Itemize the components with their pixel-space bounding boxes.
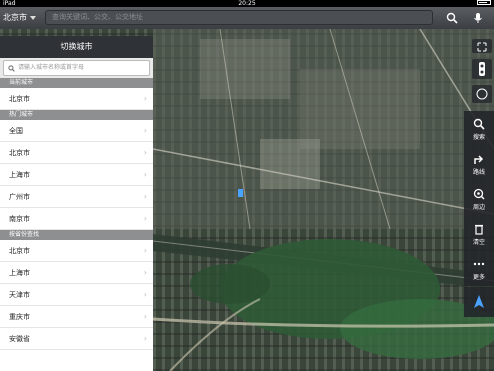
chevron-right-icon: › [143, 268, 147, 277]
chevron-right-icon: › [143, 192, 147, 201]
status-bar: iPad 20:25 [0, 0, 494, 7]
search-tool-label: 搜索 [472, 134, 485, 141]
panel-search-area: 请输入城市名称或首字母 [0, 58, 153, 78]
hot-city-row[interactable]: 广州市 › [0, 186, 153, 208]
chevron-right-icon: › [143, 148, 147, 157]
list-item-label: 安徽省 [9, 335, 30, 343]
nearby-tool-button[interactable]: 周边 [464, 181, 494, 216]
list-item-label: 重庆市 [9, 313, 30, 321]
current-city-row[interactable]: 北京市 › [0, 88, 153, 110]
list-item-label: 北京市 [9, 95, 30, 103]
panel-title: 切换城市 [0, 36, 153, 58]
search-tool-button[interactable]: 搜索 [464, 111, 494, 146]
clock: 20:25 [238, 0, 256, 7]
search-icon [473, 118, 485, 130]
trash-icon [475, 224, 483, 235]
chevron-right-icon: › [143, 334, 147, 343]
more-tool-label: 更多 [472, 274, 485, 281]
nearby-icon [473, 188, 485, 200]
chevron-right-icon: › [143, 126, 147, 135]
province-row[interactable]: 安徽省 › [0, 328, 153, 350]
dropdown-arrow-icon [30, 16, 36, 20]
list-item-label: 北京市 [9, 149, 30, 157]
route-icon [474, 155, 484, 164]
compass-icon [476, 88, 488, 100]
city-switch-panel: 切换城市 请输入城市名称或首字母 当前城市 北京市 › 热门城市 全国 › 北京… [0, 36, 153, 371]
clear-tool-button[interactable]: 清空 [464, 216, 494, 251]
route-tool-label: 路线 [472, 169, 485, 176]
list-item-label: 南京市 [9, 215, 30, 223]
city-search-placeholder: 请输入城市名称或首字母 [18, 64, 85, 71]
province-header: 按省份查找 [0, 230, 153, 240]
fullscreen-icon [477, 42, 487, 52]
list-item-label: 上海市 [9, 171, 30, 179]
navigation-arrow-icon [474, 295, 484, 308]
search-icon[interactable] [446, 12, 458, 24]
current-city-label: 北京市 [3, 13, 27, 22]
hot-city-row[interactable]: 上海市 › [0, 164, 153, 186]
list-item-label: 北京市 [9, 247, 30, 255]
province-row[interactable]: 天津市 › [0, 284, 153, 306]
route-tool-button[interactable]: 路线 [464, 146, 494, 181]
battery-icon [477, 0, 491, 5]
chevron-right-icon: › [143, 94, 147, 103]
current-city-header: 当前城市 [0, 78, 153, 88]
clear-tool-label: 清空 [472, 239, 485, 246]
more-dots-icon [473, 262, 485, 266]
search-input[interactable]: 查询关键词、公交、公交地址 [45, 10, 433, 25]
chevron-right-icon: › [143, 246, 147, 255]
list-item-label: 天津市 [9, 291, 30, 299]
chevron-right-icon: › [143, 170, 147, 179]
list-item-label: 上海市 [9, 269, 30, 277]
compass-button[interactable] [472, 85, 492, 103]
chevron-right-icon: › [143, 312, 147, 321]
hot-city-row[interactable]: 北京市 › [0, 142, 153, 164]
province-row[interactable]: 重庆市 › [0, 306, 153, 328]
chevron-right-icon: › [143, 214, 147, 223]
traffic-light-icon [479, 62, 485, 76]
top-bar: 北京市 查询关键词、公交、公交地址 [0, 7, 494, 30]
province-row[interactable]: 上海市 › [0, 262, 153, 284]
hot-city-row[interactable]: 南京市 › [0, 208, 153, 230]
chevron-right-icon: › [143, 290, 147, 299]
hot-cities-header: 热门城市 [0, 110, 153, 120]
nearby-tool-label: 周边 [472, 204, 485, 211]
search-icon [8, 64, 15, 72]
hot-city-row[interactable]: 全国 › [0, 120, 153, 142]
list-item-label: 广州市 [9, 193, 30, 201]
list-item-label: 全国 [9, 127, 23, 135]
more-tool-button[interactable]: 更多 [464, 251, 494, 286]
province-row[interactable]: 北京市 › [0, 240, 153, 262]
right-toolbar: 搜索 路线 周边 清空 更多 [464, 111, 494, 286]
fullscreen-button[interactable] [472, 39, 492, 53]
locate-button[interactable] [464, 287, 494, 317]
layer-switch-button[interactable] [472, 59, 492, 79]
city-switch-button[interactable]: 北京市 [3, 11, 36, 25]
microphone-icon[interactable] [472, 12, 484, 24]
battery-indicator [477, 0, 491, 5]
city-search-input[interactable]: 请输入城市名称或首字母 [3, 60, 150, 76]
